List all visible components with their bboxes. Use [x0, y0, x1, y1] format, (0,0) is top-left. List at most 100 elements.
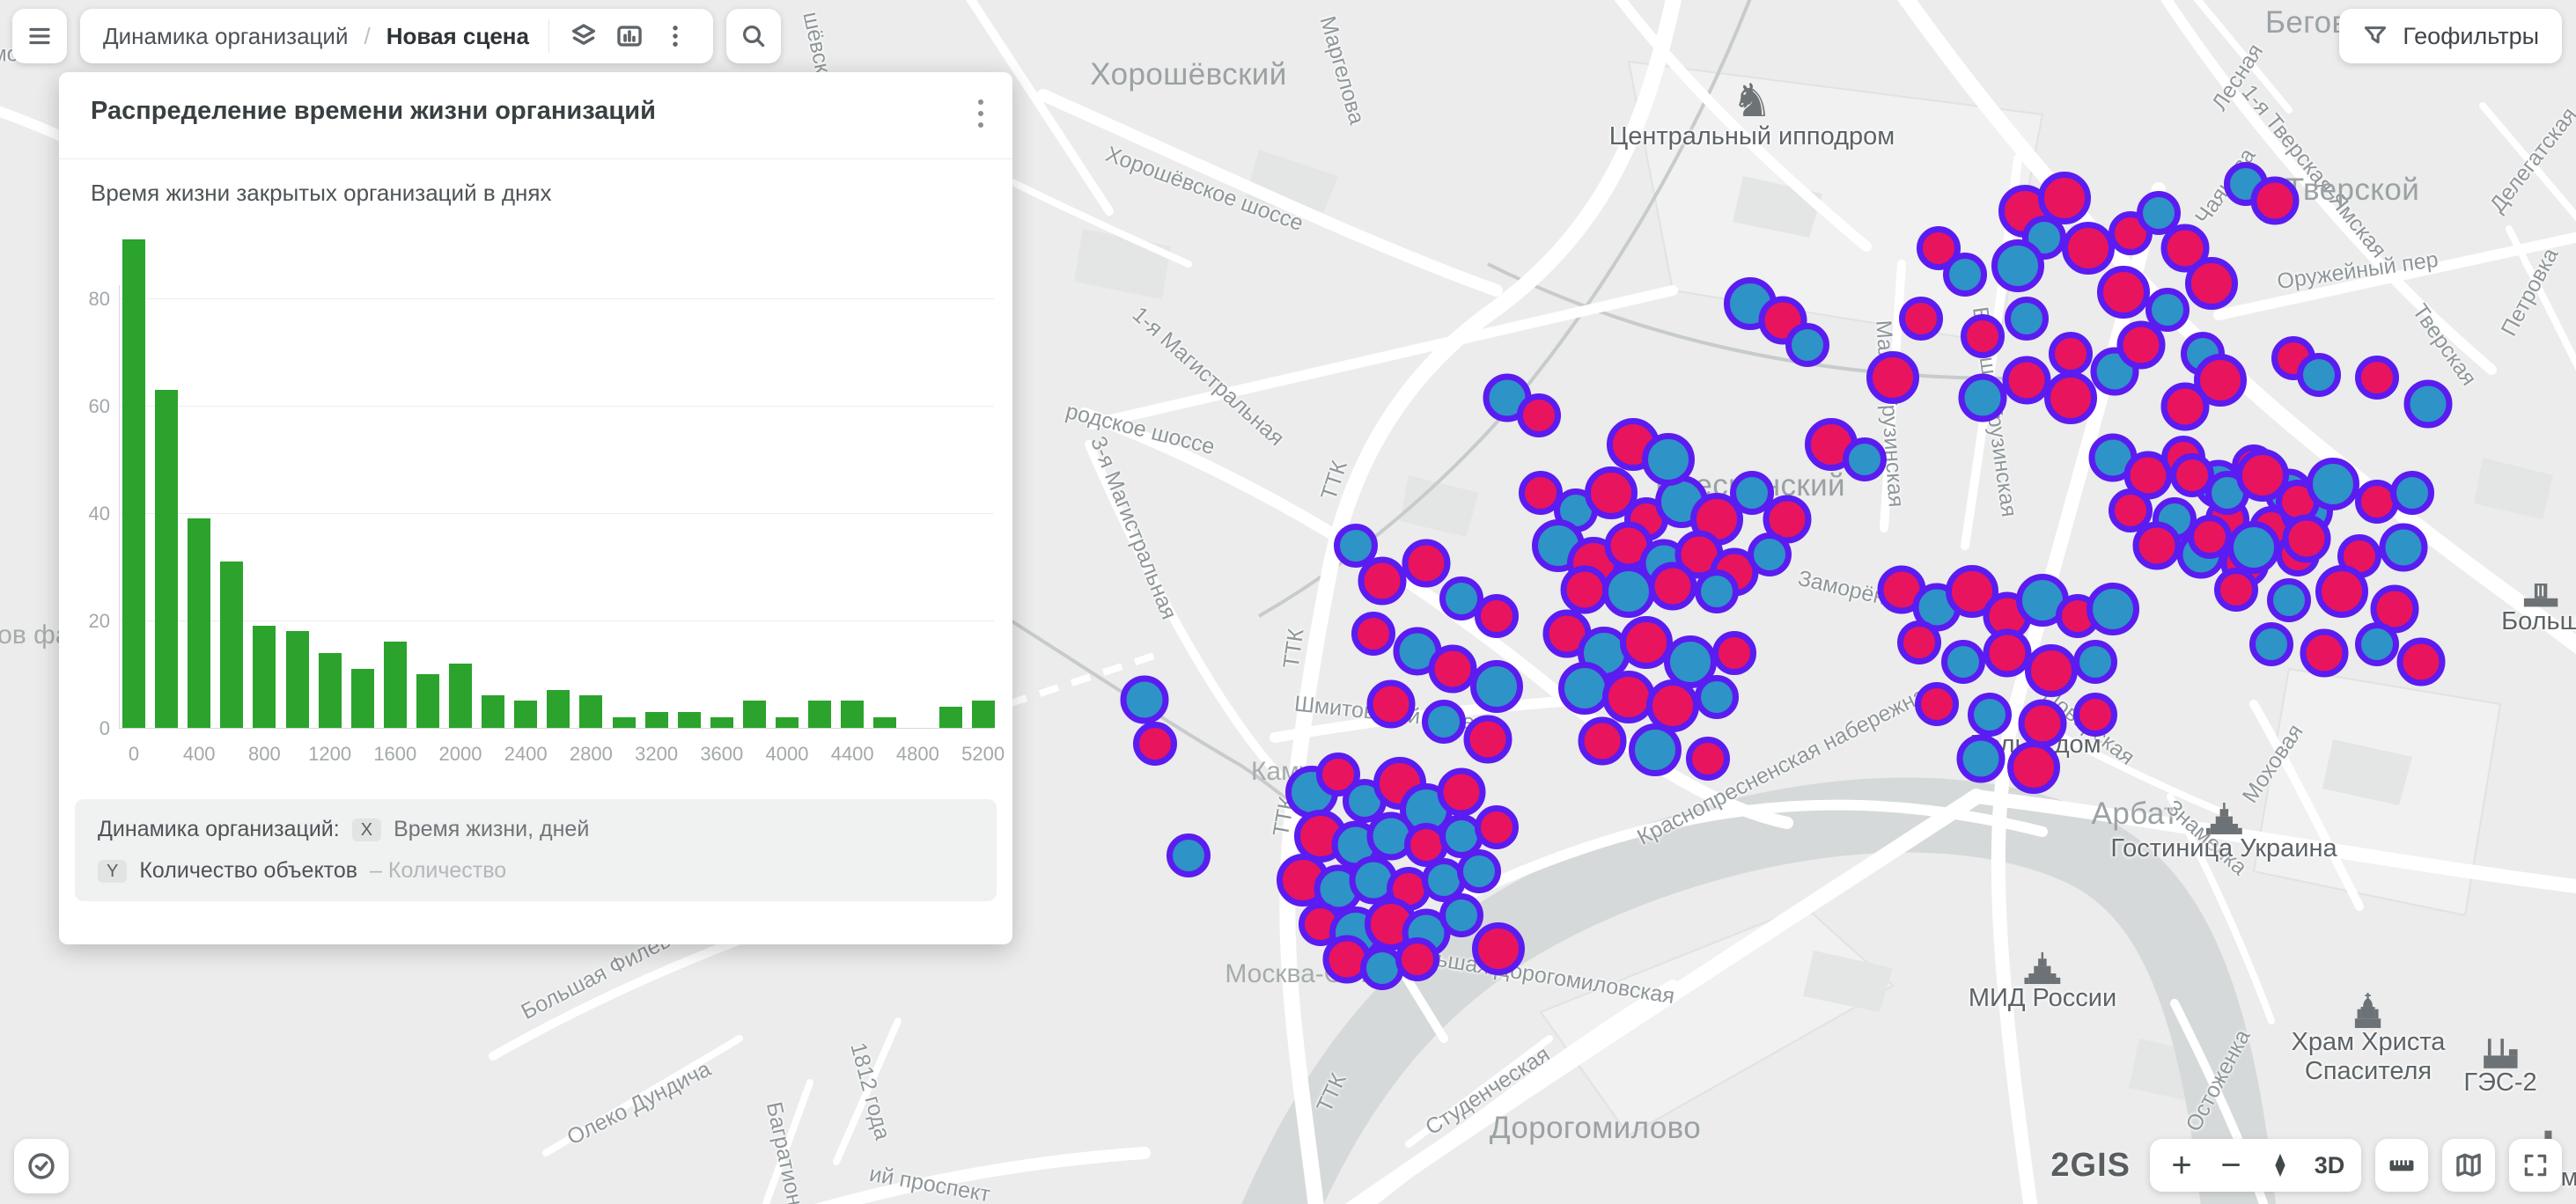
map-marker-blue[interactable]	[1695, 675, 1739, 719]
chart-bar[interactable]	[710, 717, 733, 728]
map-marker-blue[interactable]	[2297, 353, 2341, 397]
chart-bar[interactable]	[547, 690, 570, 728]
chart-bar[interactable]	[155, 390, 178, 728]
map-marker-red[interactable]	[2073, 693, 2117, 737]
map-marker-blue[interactable]	[1121, 676, 1169, 724]
kebab-menu-icon[interactable]	[660, 21, 690, 51]
map-marker-blue[interactable]	[1602, 565, 1655, 618]
map-marker-red[interactable]	[1472, 922, 1525, 975]
chart-bar[interactable]	[873, 717, 896, 728]
chart-bar[interactable]	[286, 631, 309, 728]
map-marker-blue[interactable]	[2073, 640, 2117, 684]
map-marker-red[interactable]	[2062, 222, 2115, 275]
map-marker-red[interactable]	[1897, 620, 1941, 664]
ruler-button[interactable]	[2375, 1139, 2428, 1192]
map-marker-blue[interactable]	[2380, 524, 2428, 572]
chart-bar[interactable]	[514, 701, 537, 728]
map-marker-red[interactable]	[2117, 321, 2166, 370]
map-marker-red[interactable]	[1464, 716, 1512, 764]
map-marker-blue[interactable]	[2404, 380, 2453, 429]
map-marker-blue[interactable]	[1470, 660, 1523, 713]
map-marker-red[interactable]	[2300, 629, 2349, 678]
map-marker-red[interactable]	[2097, 266, 2150, 319]
fullscreen-button[interactable]	[2509, 1139, 2562, 1192]
map-marker-red[interactable]	[2007, 741, 2060, 794]
map-marker-red[interactable]	[1351, 612, 1395, 656]
map-marker-red[interactable]	[1712, 631, 1756, 675]
map-marker-red[interactable]	[2185, 257, 2238, 310]
chart-bar[interactable]	[613, 717, 636, 728]
map-marker-red[interactable]	[2315, 565, 2368, 618]
breadcrumb-project[interactable]: Динамика организаций	[103, 23, 348, 50]
map-marker-red[interactable]	[2049, 332, 2093, 376]
map-marker-blue[interactable]	[1959, 374, 2007, 422]
map-marker-red[interactable]	[1438, 768, 1486, 817]
map-marker-red[interactable]	[2025, 644, 2078, 697]
map-marker-blue[interactable]	[1457, 849, 1501, 893]
chart-bar[interactable]	[319, 653, 342, 728]
map-marker-blue[interactable]	[2227, 521, 2280, 574]
map-marker-red[interactable]	[2214, 568, 2258, 612]
chart-bar[interactable]	[808, 701, 831, 728]
chart-bar[interactable]	[972, 701, 995, 728]
map-marker-red[interactable]	[2133, 522, 2182, 570]
menu-button[interactable]	[12, 9, 67, 63]
map-marker-red[interactable]	[1475, 805, 1519, 849]
map-marker-blue[interactable]	[1167, 833, 1211, 877]
chart-bar[interactable]	[579, 695, 602, 728]
map-marker-blue[interactable]	[2307, 458, 2359, 510]
chart-bar[interactable]	[482, 695, 504, 728]
chart-bar[interactable]	[188, 518, 210, 728]
map-marker-red[interactable]	[1579, 717, 1627, 766]
breadcrumb-scene[interactable]: Новая сцена	[386, 23, 529, 50]
search-button[interactable]	[726, 9, 781, 63]
map-marker-red[interactable]	[1358, 557, 1407, 606]
chart-bar[interactable]	[253, 626, 276, 728]
map-marker-red[interactable]	[1475, 594, 1519, 638]
map-marker-blue[interactable]	[1785, 323, 1829, 367]
chart-bar[interactable]	[743, 701, 766, 728]
map-marker-blue[interactable]	[2267, 578, 2311, 622]
map-attribution-logo[interactable]: 2GIS	[2050, 1147, 2131, 1185]
map-marker-red[interactable]	[2283, 515, 2331, 563]
map-style-button[interactable]	[2442, 1139, 2495, 1192]
map-marker-blue[interactable]	[1957, 735, 2006, 783]
widgets-chart-icon[interactable]	[615, 21, 644, 51]
map-marker-blue[interactable]	[1439, 893, 1483, 937]
chart-bar[interactable]	[776, 717, 799, 728]
map-marker-red[interactable]	[1402, 540, 1451, 588]
map-marker-blue[interactable]	[2249, 622, 2293, 666]
chart-bar[interactable]	[645, 712, 668, 728]
zoom-out-button[interactable]: −	[2206, 1141, 2256, 1190]
map-marker-red[interactable]	[2251, 177, 2300, 225]
map-marker-red[interactable]	[1649, 562, 1697, 611]
map-marker-blue[interactable]	[2005, 297, 2049, 341]
map-marker-blue[interactable]	[1422, 700, 1466, 744]
map-marker-red[interactable]	[1866, 351, 1919, 404]
map-marker-blue[interactable]	[1968, 693, 2012, 737]
map-marker-blue[interactable]	[2390, 471, 2434, 515]
layers-icon[interactable]	[569, 21, 599, 51]
chart-bar[interactable]	[122, 239, 145, 728]
map-marker-red[interactable]	[1367, 680, 1416, 729]
chart-bar[interactable]	[384, 642, 407, 728]
map-marker-blue[interactable]	[1642, 433, 1695, 486]
map-marker-red[interactable]	[2188, 515, 2232, 559]
map-marker-red[interactable]	[1961, 314, 2005, 358]
map-marker-red[interactable]	[2161, 383, 2210, 431]
zoom-in-button[interactable]: +	[2157, 1141, 2206, 1190]
chart-bar[interactable]	[939, 707, 962, 728]
map-marker-blue[interactable]	[1695, 569, 1739, 613]
map-marker-red[interactable]	[2355, 356, 2399, 400]
map-marker-blue[interactable]	[1843, 437, 1887, 481]
map-marker-red[interactable]	[1899, 297, 1943, 341]
map-marker-blue[interactable]	[2355, 622, 2399, 666]
chart-bar[interactable]	[351, 669, 374, 728]
map-marker-red[interactable]	[2044, 371, 2097, 424]
map-marker-red[interactable]	[2397, 638, 2446, 686]
chart-bar[interactable]	[449, 664, 472, 728]
chart-bar[interactable]	[678, 712, 701, 728]
map-marker-red[interactable]	[1517, 393, 1561, 437]
map-marker-red[interactable]	[1915, 682, 1959, 726]
map-marker-blue[interactable]	[1941, 640, 1985, 684]
